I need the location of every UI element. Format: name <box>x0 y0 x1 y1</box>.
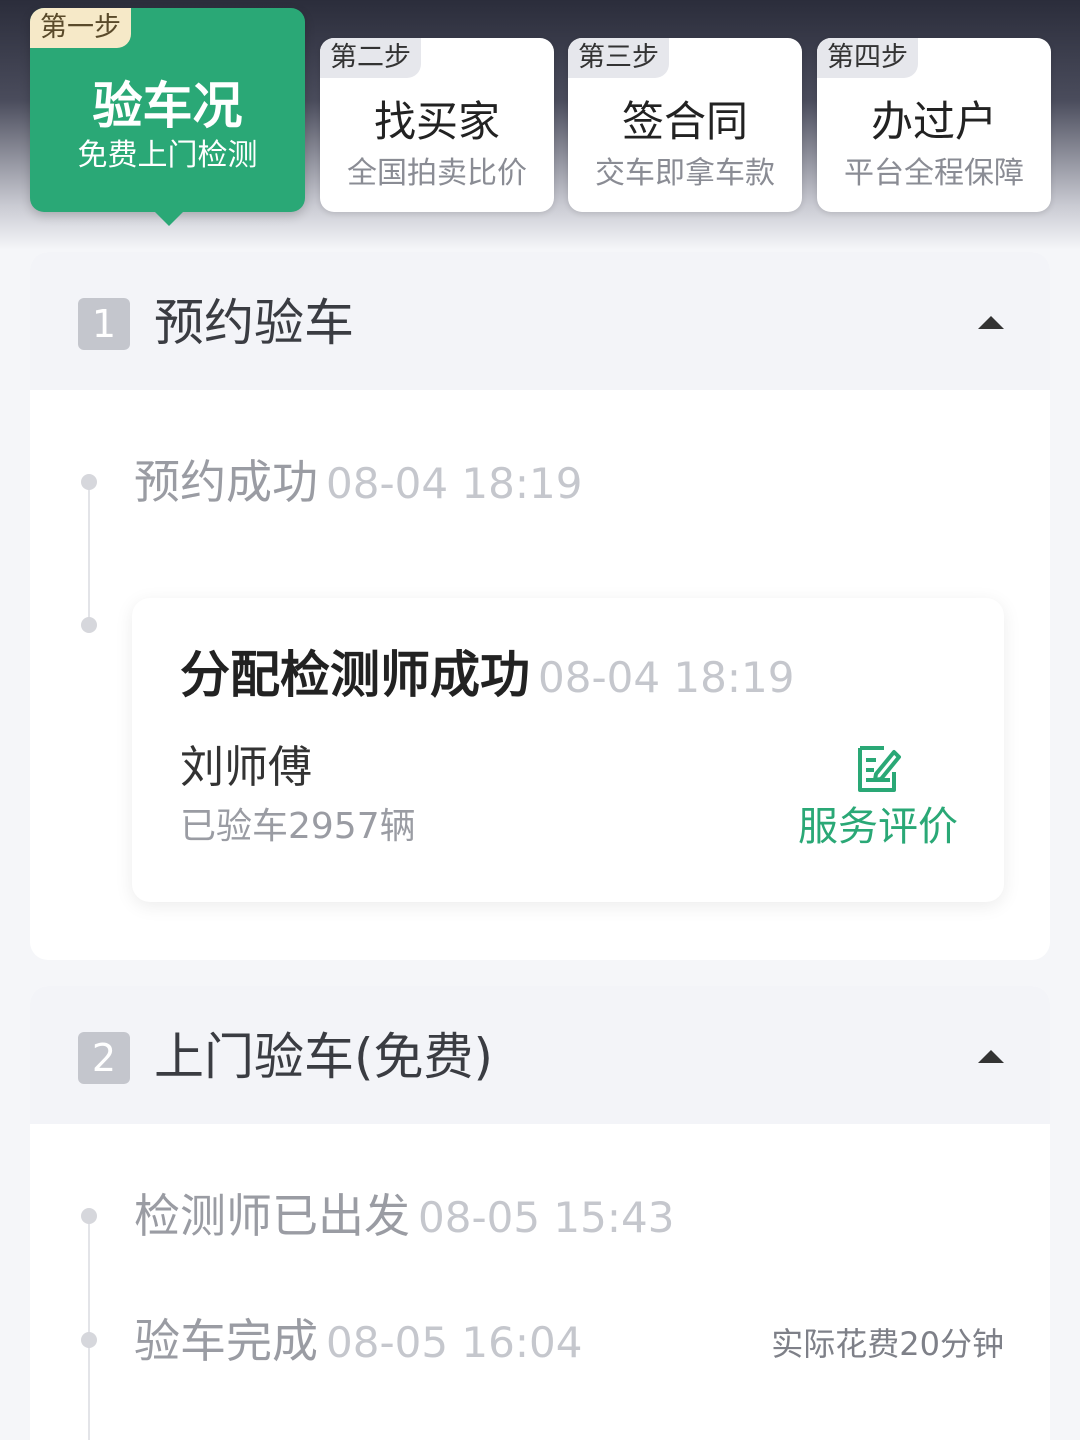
step-tag: 第二步 <box>320 38 421 78</box>
edit-note-icon <box>858 746 901 792</box>
inspection-progress-page: 第一步 验车况 免费上门检测 第二步 找买家 全国拍卖比价 第三步 签合同 交车… <box>0 0 1080 1440</box>
timeline-event: 预约成功 08-04 18:19 <box>134 452 582 514</box>
step-title: 办过户 <box>870 97 997 146</box>
event-time: 08-04 18:19 <box>538 653 795 702</box>
step-subtitle: 交车即拿车款 <box>595 156 775 191</box>
section-header[interactable]: 1 预约验车 <box>30 252 1050 390</box>
timeline-dot <box>81 617 97 633</box>
timeline-event: 检测师已出发 08-05 15:43 <box>134 1186 674 1248</box>
collapse-caret-icon[interactable] <box>978 316 1004 329</box>
step-4-card[interactable]: 第四步 办过户 平台全程保障 <box>817 38 1051 212</box>
timeline-event: 验车完成 08-05 16:04 <box>134 1311 582 1373</box>
inspector-name: 刘师傅 <box>180 742 312 793</box>
timeline-line <box>88 1222 90 1440</box>
step-title: 签合同 <box>621 97 748 146</box>
inspector-assigned-title: 分配检测师成功 08-04 18:19 <box>180 644 794 709</box>
section-title: 上门验车(免费) <box>154 1028 494 1086</box>
section-number-badge: 2 <box>78 1032 130 1084</box>
timeline-line <box>88 488 90 628</box>
step-title: 验车况 <box>92 77 243 135</box>
section-home-inspection: 2 上门验车(免费) 检测师已出发 08-05 15:43 验车完成 08-05 1… <box>30 986 1050 1440</box>
active-step-pointer <box>155 212 183 226</box>
step-tag: 第四步 <box>817 38 918 78</box>
step-subtitle: 全国拍卖比价 <box>347 156 527 191</box>
timeline-dot <box>81 1332 97 1348</box>
timeline-dot <box>81 1208 97 1224</box>
section-number-badge: 1 <box>78 298 130 350</box>
timeline-dot <box>81 474 97 490</box>
step-2-card[interactable]: 第二步 找买家 全国拍卖比价 <box>320 38 554 212</box>
event-time: 08-05 16:04 <box>326 1318 583 1367</box>
event-label: 分配检测师成功 <box>180 646 530 704</box>
inspector-card: 分配检测师成功 08-04 18:19 刘师傅 已验车2957辆 服务评价 <box>132 598 1004 902</box>
step-3-card[interactable]: 第三步 签合同 交车即拿车款 <box>568 38 802 212</box>
inspector-inspection-count: 已验车2957辆 <box>180 806 416 847</box>
event-label: 检测师已出发 <box>134 1189 410 1243</box>
step-subtitle: 平台全程保障 <box>844 156 1024 191</box>
step-tag: 第三步 <box>568 38 669 78</box>
event-label: 验车完成 <box>134 1314 318 1368</box>
event-time: 08-04 18:19 <box>326 459 583 508</box>
event-label: 预约成功 <box>134 455 318 509</box>
step-title: 找买家 <box>373 97 500 146</box>
actual-duration-note: 实际花费20分钟 <box>771 1325 1004 1363</box>
service-rating-label: 服务评价 <box>798 804 958 850</box>
step-tag: 第一步 <box>30 8 131 48</box>
section-title: 预约验车 <box>154 294 354 352</box>
service-rating-button[interactable]: 服务评价 <box>798 744 958 854</box>
section-header[interactable]: 2 上门验车(免费) <box>30 986 1050 1124</box>
collapse-caret-icon[interactable] <box>978 1050 1004 1063</box>
section-booking: 1 预约验车 预约成功 08-04 18:19 分配检测师成功 08-04 18:1… <box>30 252 1050 960</box>
step-subtitle: 免费上门检测 <box>77 138 258 173</box>
step-1-card[interactable]: 第一步 验车况 免费上门检测 <box>30 8 305 226</box>
event-time: 08-05 15:43 <box>418 1193 675 1242</box>
